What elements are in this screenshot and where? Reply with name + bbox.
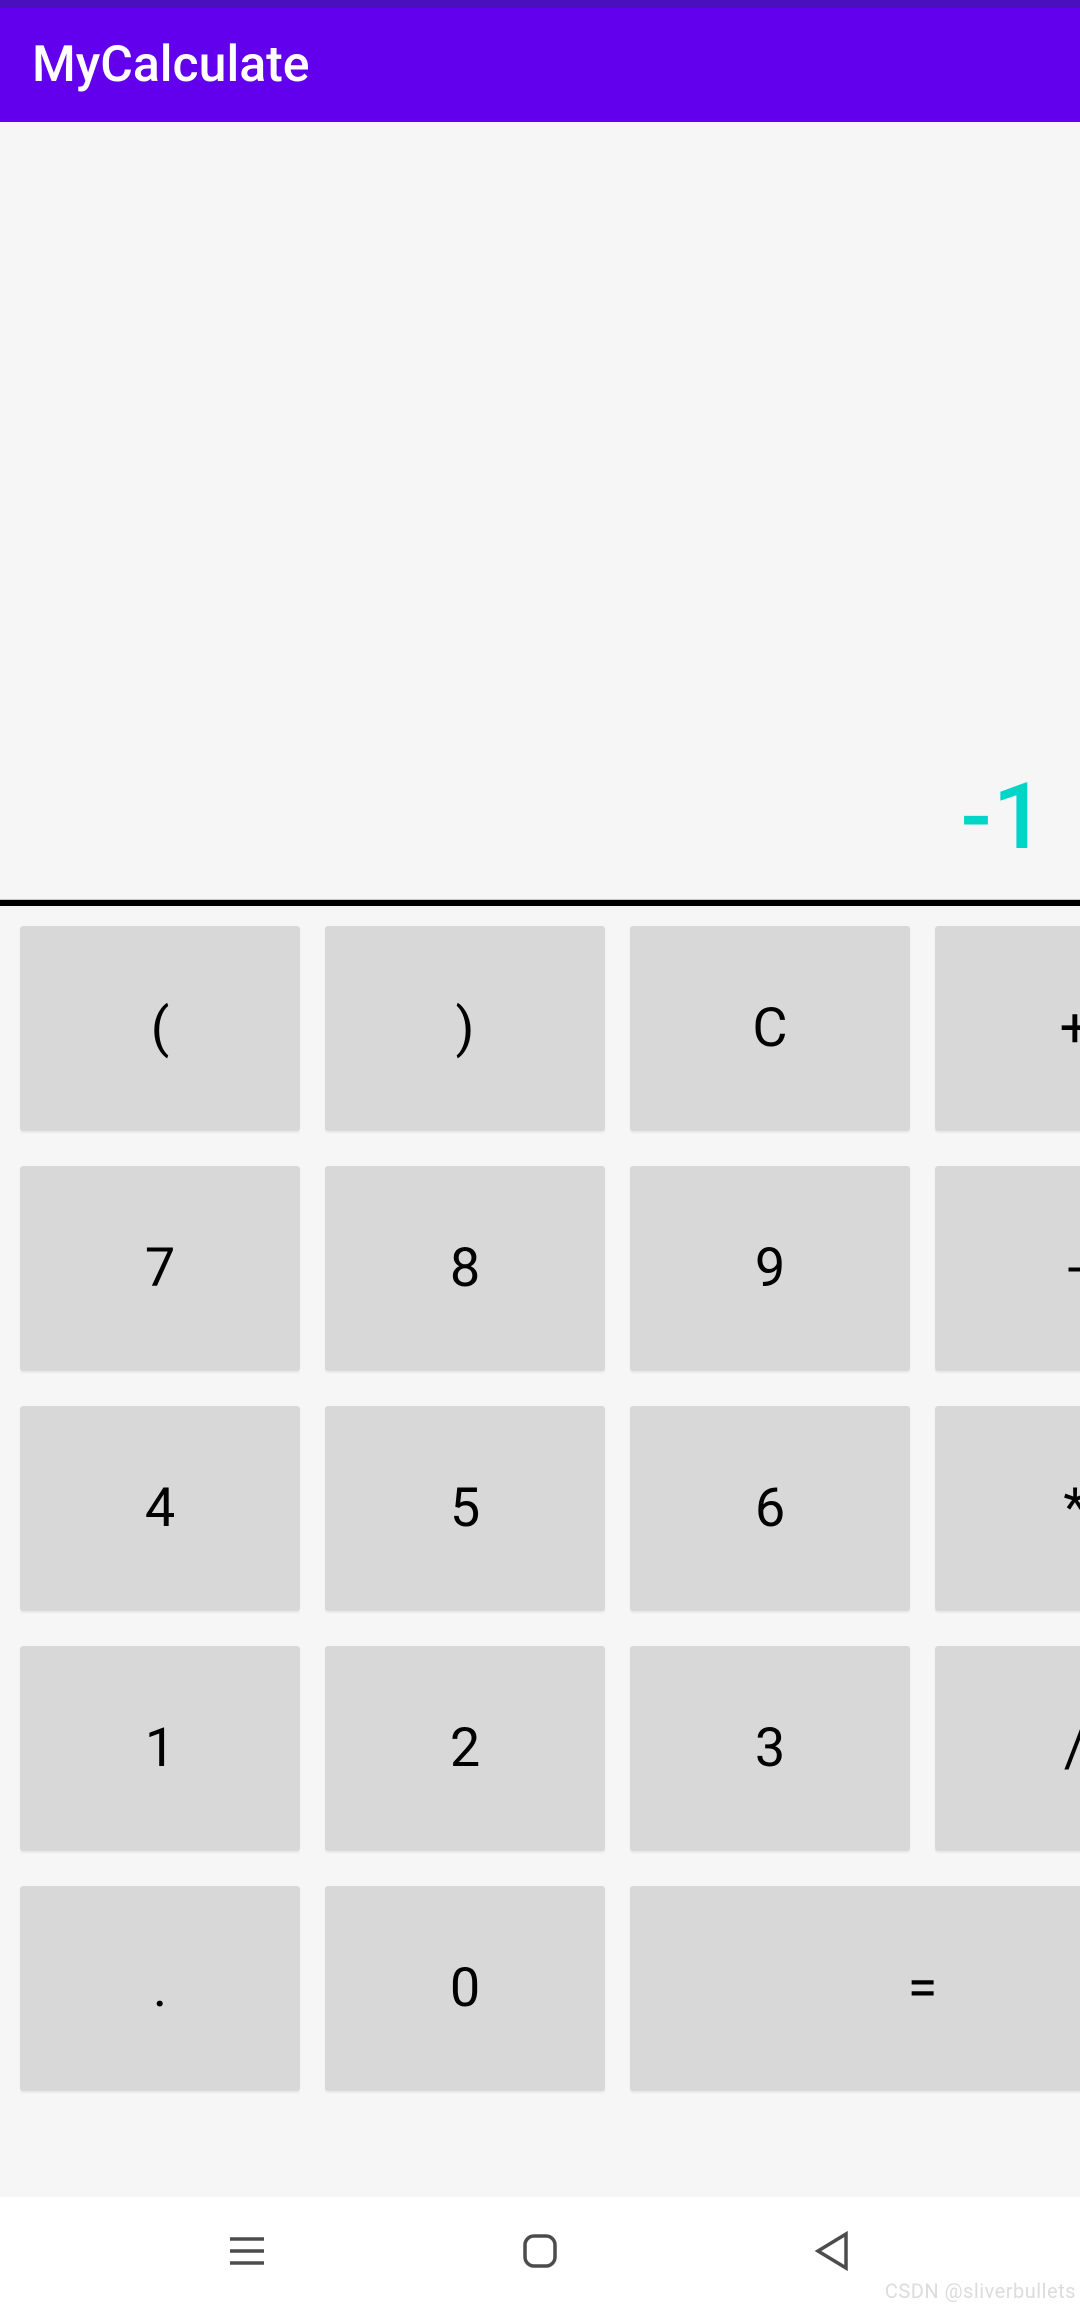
back-icon[interactable]: [810, 2228, 856, 2274]
app-bar: MyCalculate: [0, 8, 1080, 122]
key-minus[interactable]: -: [935, 1166, 1080, 1371]
keypad: ( ) C + 7 8 9 - 4 5 6 * 1 2 3 / . 0 =: [0, 906, 1080, 2111]
key-3[interactable]: 3: [630, 1646, 910, 1851]
watermark: CSDN @sliverbullets: [885, 2279, 1076, 2303]
key-4[interactable]: 4: [20, 1406, 300, 1611]
key-plus[interactable]: +: [935, 926, 1080, 1131]
key-8[interactable]: 8: [325, 1166, 605, 1371]
key-2[interactable]: 2: [325, 1646, 605, 1851]
key-6[interactable]: 6: [630, 1406, 910, 1611]
key-0[interactable]: 0: [325, 1886, 605, 2091]
key-7[interactable]: 7: [20, 1166, 300, 1371]
key-9[interactable]: 9: [630, 1166, 910, 1371]
key-divide[interactable]: /: [935, 1646, 1080, 1851]
display-area: -1: [0, 122, 1080, 900]
home-icon[interactable]: [517, 2228, 563, 2274]
key-right-paren[interactable]: ): [325, 926, 605, 1131]
key-equals[interactable]: =: [630, 1886, 1080, 2091]
display-value: -1: [960, 764, 1046, 871]
status-bar: [0, 0, 1080, 8]
key-left-paren[interactable]: (: [20, 926, 300, 1131]
keypad-spacer: [0, 2111, 1080, 2197]
app-title: MyCalculate: [32, 36, 310, 94]
calculator-screen: MyCalculate -1 ( ) C + 7 8 9 - 4 5 6 * 1…: [0, 0, 1080, 2305]
key-dot[interactable]: .: [20, 1886, 300, 2091]
key-5[interactable]: 5: [325, 1406, 605, 1611]
key-1[interactable]: 1: [20, 1646, 300, 1851]
key-multiply[interactable]: *: [935, 1406, 1080, 1611]
recent-apps-icon[interactable]: [224, 2228, 270, 2274]
key-clear[interactable]: C: [630, 926, 910, 1131]
